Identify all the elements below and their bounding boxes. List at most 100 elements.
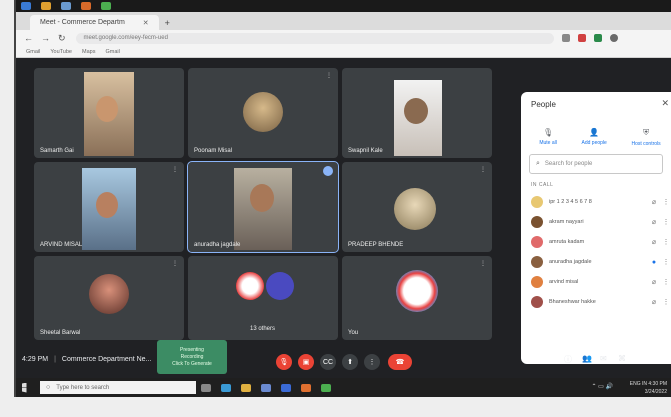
people-panel-title: People (531, 100, 556, 109)
more-options-icon[interactable]: ⋮ (172, 166, 178, 173)
list-item[interactable]: arvind misal ⌀ ⋮ (527, 272, 671, 292)
more-options-icon[interactable]: ⋮ (661, 258, 671, 266)
host-controls-button[interactable]: ⛨ Host controls (631, 128, 660, 147)
windows-start-icon[interactable] (22, 382, 27, 393)
taskbar-app-icon[interactable] (101, 2, 111, 10)
participant-name: anuradha jagdale (194, 242, 241, 248)
more-options-icon[interactable]: ⋮ (661, 238, 671, 246)
participant-tile-speaking[interactable]: anuradha jagdale (187, 161, 339, 253)
system-clock[interactable]: ENG IN 4:30 PM 3/24/2022 (630, 380, 667, 396)
taskbar-app-icon[interactable] (81, 2, 91, 10)
mic-off-icon[interactable]: ⌀ (647, 298, 661, 306)
mic-off-icon[interactable]: ⌀ (647, 218, 661, 226)
taskbar-search-input[interactable]: ○ Type here to search (40, 381, 196, 394)
clock-date: 3/24/2022 (644, 389, 667, 395)
reload-icon[interactable]: ↻ (58, 33, 66, 44)
extension-icon[interactable] (561, 34, 570, 42)
others-tile[interactable]: 13 others (188, 256, 338, 340)
speaking-icon[interactable]: ● (647, 259, 661, 266)
more-options-icon[interactable]: ⋮ (172, 260, 178, 267)
activities-icon[interactable]: ⌘ (618, 354, 626, 363)
mic-off-icon[interactable]: ⌀ (647, 198, 661, 206)
participant-avatar (236, 272, 264, 300)
people-icon[interactable]: 👥 (582, 354, 592, 363)
mic-off-button[interactable]: 🎙 (276, 354, 292, 370)
chrome-icon[interactable] (321, 383, 331, 392)
toast-line: Recording (180, 353, 204, 360)
url-text: meet.google.com/eey-fecm-ued (83, 35, 168, 41)
self-avatar (396, 270, 438, 312)
bookmark[interactable]: Gmail (26, 49, 40, 55)
profile-icon[interactable] (609, 34, 618, 42)
forward-icon[interactable]: → (41, 33, 50, 43)
screen: Meet - Commerce Departm ✕ + ← → ↻ meet.g… (14, 0, 671, 397)
bookmark[interactable]: Maps (82, 49, 95, 55)
folder-icon[interactable] (241, 383, 251, 392)
participant-avatar (89, 274, 129, 314)
bookmark[interactable]: Gmail (105, 49, 119, 55)
people-search-input[interactable]: ⌕ Search for people (529, 154, 663, 174)
add-person-icon: 👤 (589, 128, 600, 137)
list-item[interactable]: Bhaneshwar hakke ⌀ ⋮ (527, 292, 671, 312)
more-options-icon[interactable]: ⋮ (661, 298, 671, 306)
info-icon[interactable]: ⓘ (564, 354, 572, 365)
mail-icon[interactable] (281, 383, 291, 392)
url-field[interactable]: meet.google.com/eey-fecm-ued (75, 32, 554, 44)
taskbar-app-icon[interactable] (41, 2, 51, 10)
toast-line: Click To Generate (172, 360, 212, 367)
system-tray-icons[interactable]: ⌃ ▭ 🔊 (591, 383, 613, 390)
meeting-info-bar: 4:29 PM | Commerce Department Ne... (16, 340, 521, 378)
participant-tile[interactable]: Sheetal Barwal ⋮ (34, 256, 184, 340)
more-options-icon[interactable]: ⋮ (661, 278, 671, 286)
close-icon[interactable]: ✕ (661, 98, 669, 109)
shield-icon: ⛨ (643, 128, 650, 137)
extension-icon[interactable] (593, 34, 602, 42)
task-view-icon[interactable] (201, 383, 211, 392)
chat-icon[interactable]: ✉ (600, 354, 607, 363)
address-bar-row: ← → ↻ meet.google.com/eey-fecm-ued (16, 30, 671, 46)
participant-tile[interactable]: ARVIND MISAL ⋮ (34, 162, 184, 252)
extension-icon[interactable] (577, 34, 586, 42)
recording-toast[interactable]: Presenting Recording Click To Generate (157, 340, 227, 374)
edge-icon[interactable] (221, 383, 231, 392)
list-item[interactable]: amruta kadam ⌀ ⋮ (527, 232, 671, 252)
separator: | (54, 355, 56, 363)
participant-tile[interactable]: Samarth Gai (34, 68, 184, 158)
more-options-icon[interactable]: ⋮ (480, 260, 486, 267)
add-people-button[interactable]: 👤 Add people (582, 128, 607, 147)
back-icon[interactable]: ← (24, 33, 33, 43)
mute-all-button[interactable]: 🎙 Mute all (539, 128, 557, 147)
self-tile[interactable]: You ⋮ (342, 256, 492, 340)
more-options-button[interactable]: ⋮ (364, 354, 380, 370)
more-options-icon[interactable]: ⋮ (480, 166, 486, 173)
taskbar-app-icon[interactable] (21, 2, 31, 10)
browser-tab-strip: Meet - Commerce Departm ✕ + (16, 12, 671, 30)
participant-tile[interactable]: Poonam Misal ⋮ (188, 68, 338, 158)
list-item[interactable]: anuradha jagdale ● ⋮ (527, 252, 671, 272)
mic-off-icon[interactable]: ⌀ (647, 278, 661, 286)
close-tab-icon[interactable]: ✕ (143, 19, 149, 27)
new-tab-icon[interactable]: + (165, 18, 170, 28)
present-button[interactable]: ⬆ (342, 354, 358, 370)
mic-off-icon[interactable]: ⌀ (647, 238, 661, 246)
avatar (531, 216, 543, 228)
participant-name: Poonam Misal (194, 148, 233, 154)
taskbar-app-icon[interactable] (61, 2, 71, 10)
bookmark[interactable]: YouTube (50, 49, 72, 55)
camera-off-button[interactable]: ▣ (298, 354, 314, 370)
store-icon[interactable] (261, 383, 271, 392)
person-name: Bhaneshwar hakke (549, 299, 596, 305)
list-item[interactable]: akram nayyari ⌀ ⋮ (527, 212, 671, 232)
more-options-icon[interactable]: ⋮ (661, 198, 671, 206)
participant-tile[interactable]: PRADEEP BHENDE ⋮ (342, 162, 492, 252)
more-options-icon[interactable]: ⋮ (661, 218, 671, 226)
participant-tile[interactable]: Swapnil Kale (342, 68, 492, 158)
list-item[interactable]: ipr 1 2 3 4 5 6 7 8 ⌀ ⋮ (527, 192, 671, 212)
participant-face (404, 98, 428, 124)
captions-button[interactable]: CC (320, 354, 336, 370)
more-options-icon[interactable]: ⋮ (326, 72, 332, 79)
firefox-icon[interactable] (301, 383, 311, 392)
browser-tab[interactable]: Meet - Commerce Departm ✕ (30, 15, 159, 30)
end-call-button[interactable]: ☎ (388, 354, 412, 370)
avatar (531, 296, 543, 308)
